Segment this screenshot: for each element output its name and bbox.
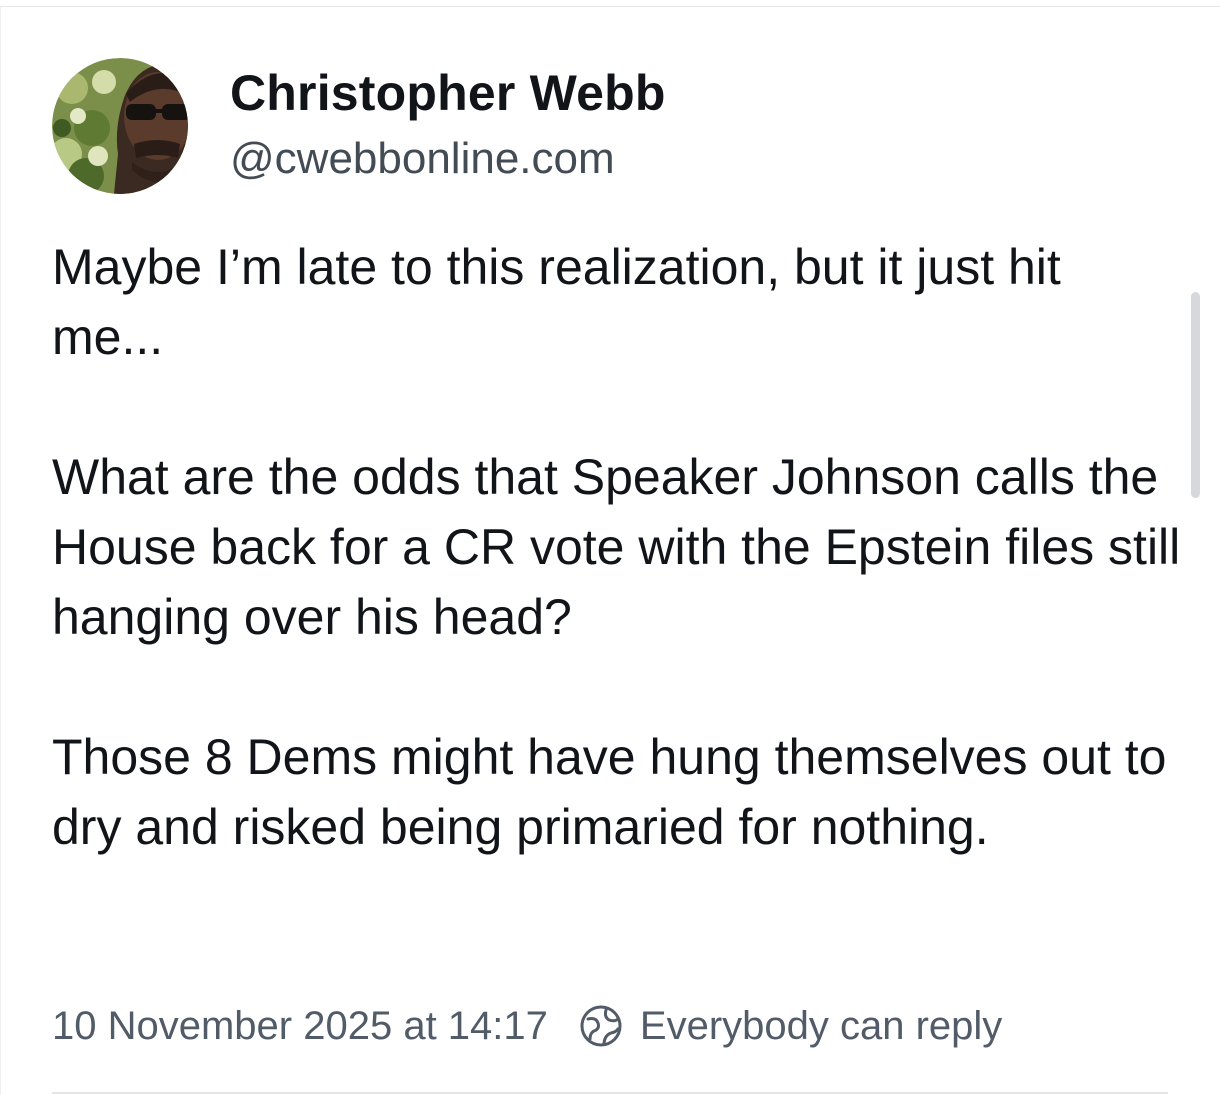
post-container: Christopher Webb @cwebbonline.com Maybe … xyxy=(52,56,1182,1048)
profile-photo xyxy=(52,58,188,194)
scrollbar[interactable] xyxy=(1191,292,1200,498)
author-handle[interactable]: @cwebbonline.com xyxy=(230,129,666,189)
post-paragraph: Maybe I’m late to this realization, but … xyxy=(52,239,1061,365)
post-header: Christopher Webb @cwebbonline.com xyxy=(52,56,1182,196)
frame-left-border xyxy=(0,6,1,1095)
author-names: Christopher Webb @cwebbonline.com xyxy=(230,63,666,189)
post-paragraph: Those 8 Dems might have hung themselves … xyxy=(52,729,1167,855)
globe-icon xyxy=(578,1003,624,1049)
avatar[interactable] xyxy=(52,58,188,194)
post-timestamp[interactable]: 10 November 2025 at 14:17 xyxy=(52,1001,548,1051)
post-body: Maybe I’m late to this realization, but … xyxy=(52,232,1182,862)
post-paragraph: What are the odds that Speaker Johnson c… xyxy=(52,449,1181,645)
author-display-name[interactable]: Christopher Webb xyxy=(230,63,666,123)
post-meta: 10 November 2025 at 14:17 Everybody can … xyxy=(52,1001,1002,1051)
post-divider xyxy=(52,1092,1168,1094)
frame-top-border xyxy=(0,6,1220,7)
reply-setting-label[interactable]: Everybody can reply xyxy=(640,1001,1002,1051)
